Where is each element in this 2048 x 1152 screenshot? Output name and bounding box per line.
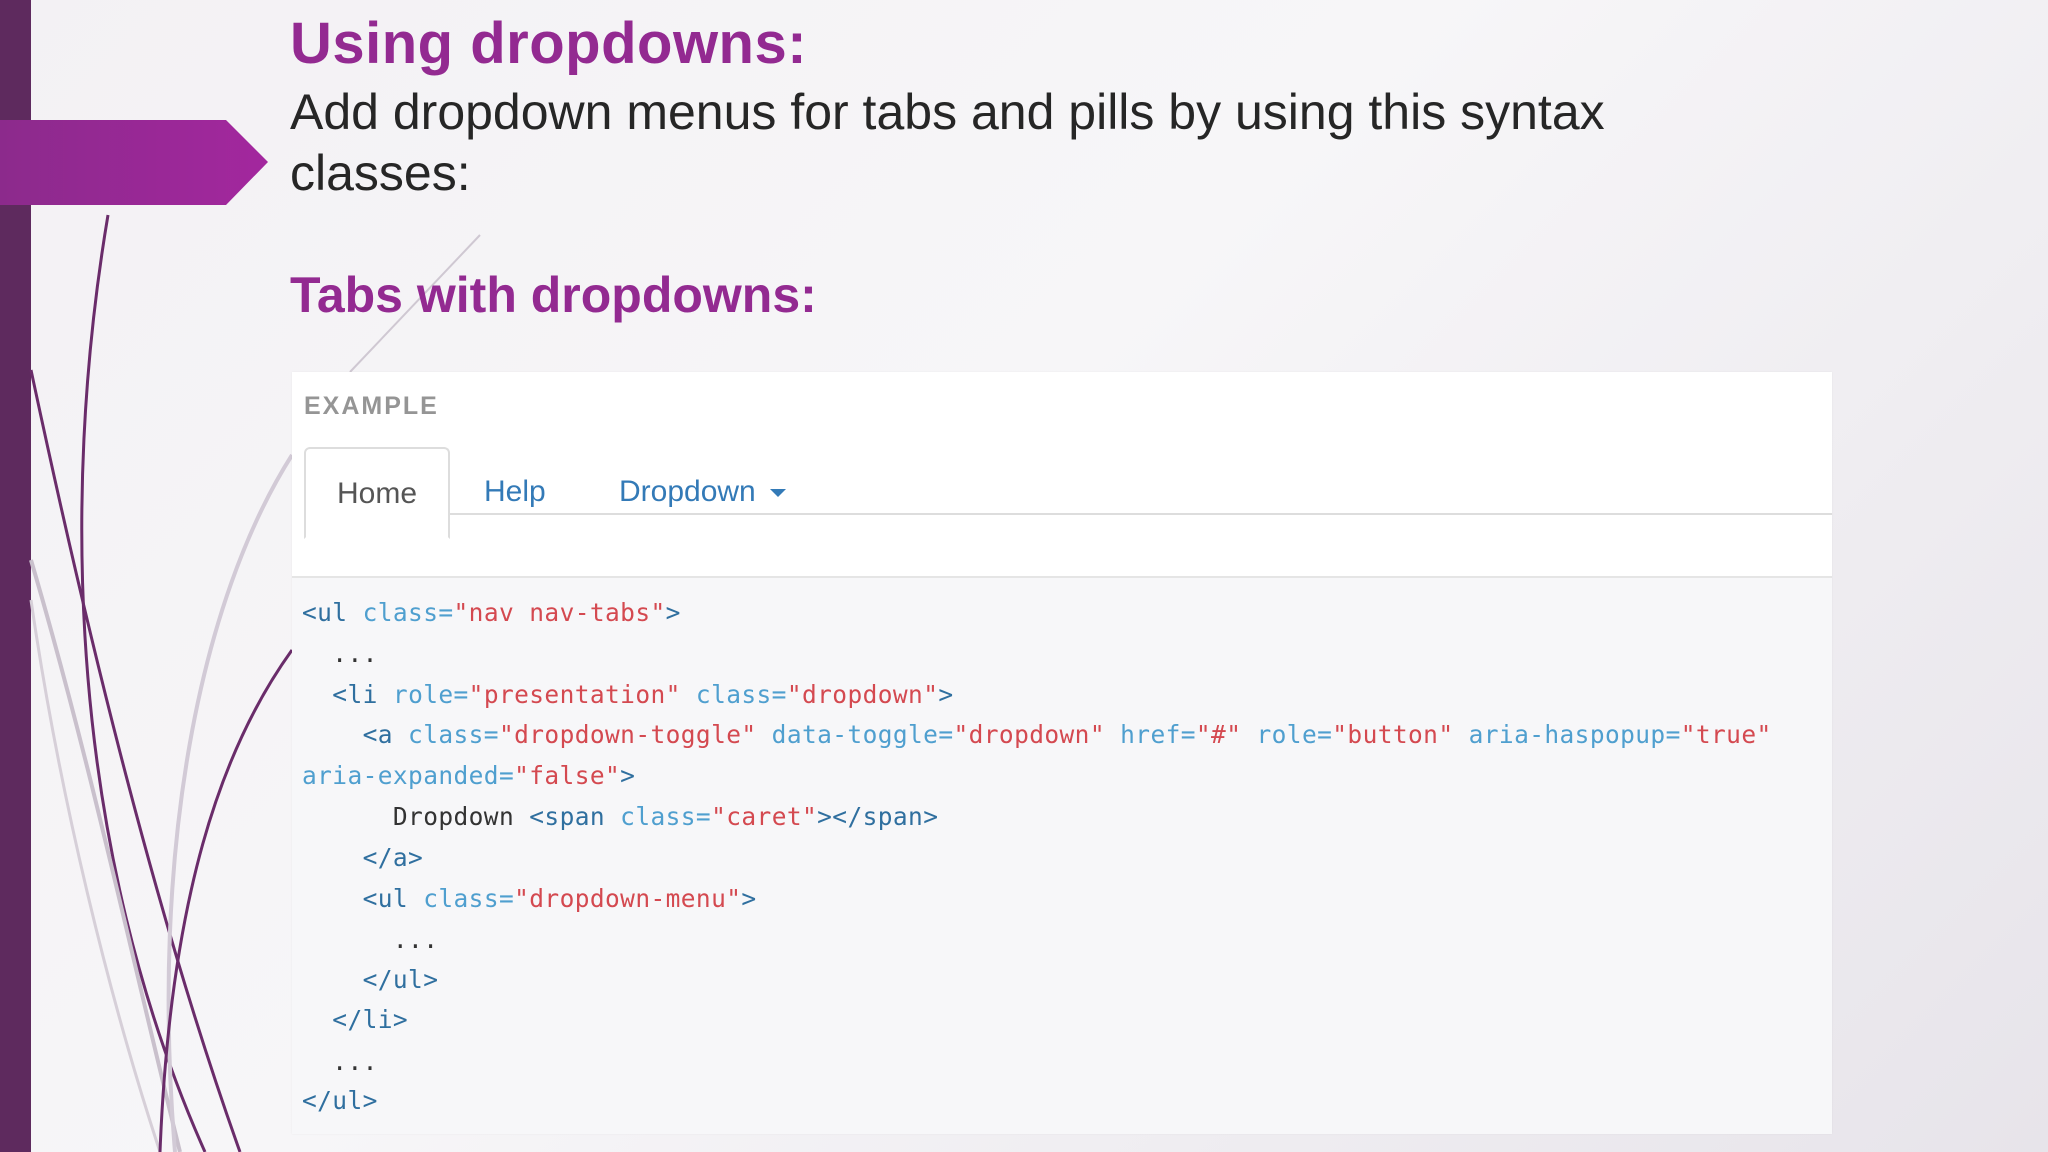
code-line: </a> (302, 843, 424, 872)
tab-dropdown-label: Dropdown (619, 475, 756, 508)
code-line: ... (302, 925, 439, 954)
tab-home[interactable]: Home (304, 447, 450, 539)
code-line: <a class="dropdown-toggle" data-toggle="… (302, 720, 1772, 749)
slide-subtitle: Tabs with dropdowns: (290, 267, 817, 323)
example-panel: EXAMPLE Home Help Dropdown <ul class="na… (292, 372, 1832, 1134)
code-block: <ul class="nav nav-tabs"> ... <li role="… (292, 576, 1832, 1134)
code-line: aria-expanded="false"> (302, 761, 636, 790)
slide-title: Using dropdowns: (290, 11, 808, 76)
code-line: Dropdown <span class="caret"></span> (302, 802, 939, 831)
tab-help-label: Help (484, 475, 546, 508)
title-arrow-marker (0, 120, 268, 205)
tab-dropdown[interactable]: Dropdown (619, 447, 786, 539)
code-line: ... (302, 1047, 378, 1076)
code-line: </ul> (302, 1086, 378, 1115)
tab-home-label: Home (336, 477, 418, 510)
nav-tabs: Home Help Dropdown (304, 447, 1832, 539)
code-line: <li role="presentation" class="dropdown"… (302, 680, 954, 709)
code-line: ... (302, 639, 378, 668)
tab-help[interactable]: Help (484, 447, 546, 539)
code-line: <ul class="nav nav-tabs"> (302, 598, 681, 627)
code-line: </ul> (302, 965, 439, 994)
caret-down-icon (769, 489, 786, 498)
code-line: </li> (302, 1005, 409, 1034)
example-label: EXAMPLE (304, 392, 439, 420)
code-line: <ul class="dropdown-menu"> (302, 884, 757, 913)
slide-body-text: Add dropdown menus for tabs and pills by… (290, 84, 1605, 201)
